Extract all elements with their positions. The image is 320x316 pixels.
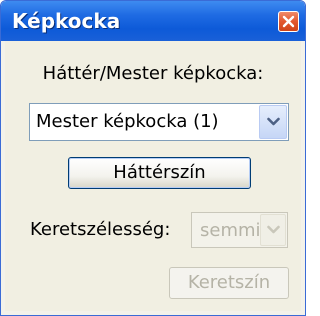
frame-width-dropdown-button[interactable]	[260, 214, 286, 246]
background-master-label: Háttér/Mester képkocka:	[42, 63, 264, 84]
frame-width-select[interactable]: semmi	[191, 212, 288, 248]
background-color-button[interactable]: Háttérszín	[68, 157, 251, 189]
background-master-value: Mester képkocka (1)	[36, 111, 219, 132]
close-icon	[282, 15, 295, 28]
close-button[interactable]	[278, 11, 299, 32]
frame-width-label: Keretszélesség:	[30, 219, 171, 240]
frame-color-button[interactable]: Keretszín	[169, 267, 289, 299]
kepkocka-dialog: Képkocka Háttér/Mester képkocka: Mester …	[0, 0, 306, 316]
window-title: Képkocka	[12, 9, 121, 33]
chevron-down-icon	[267, 117, 280, 126]
frame-width-value: semmi	[200, 220, 261, 241]
background-master-select[interactable]: Mester képkocka (1)	[29, 103, 289, 141]
chevron-down-icon	[267, 225, 280, 234]
titlebar[interactable]: Képkocka	[1, 1, 305, 41]
background-master-dropdown-button[interactable]	[259, 105, 287, 139]
